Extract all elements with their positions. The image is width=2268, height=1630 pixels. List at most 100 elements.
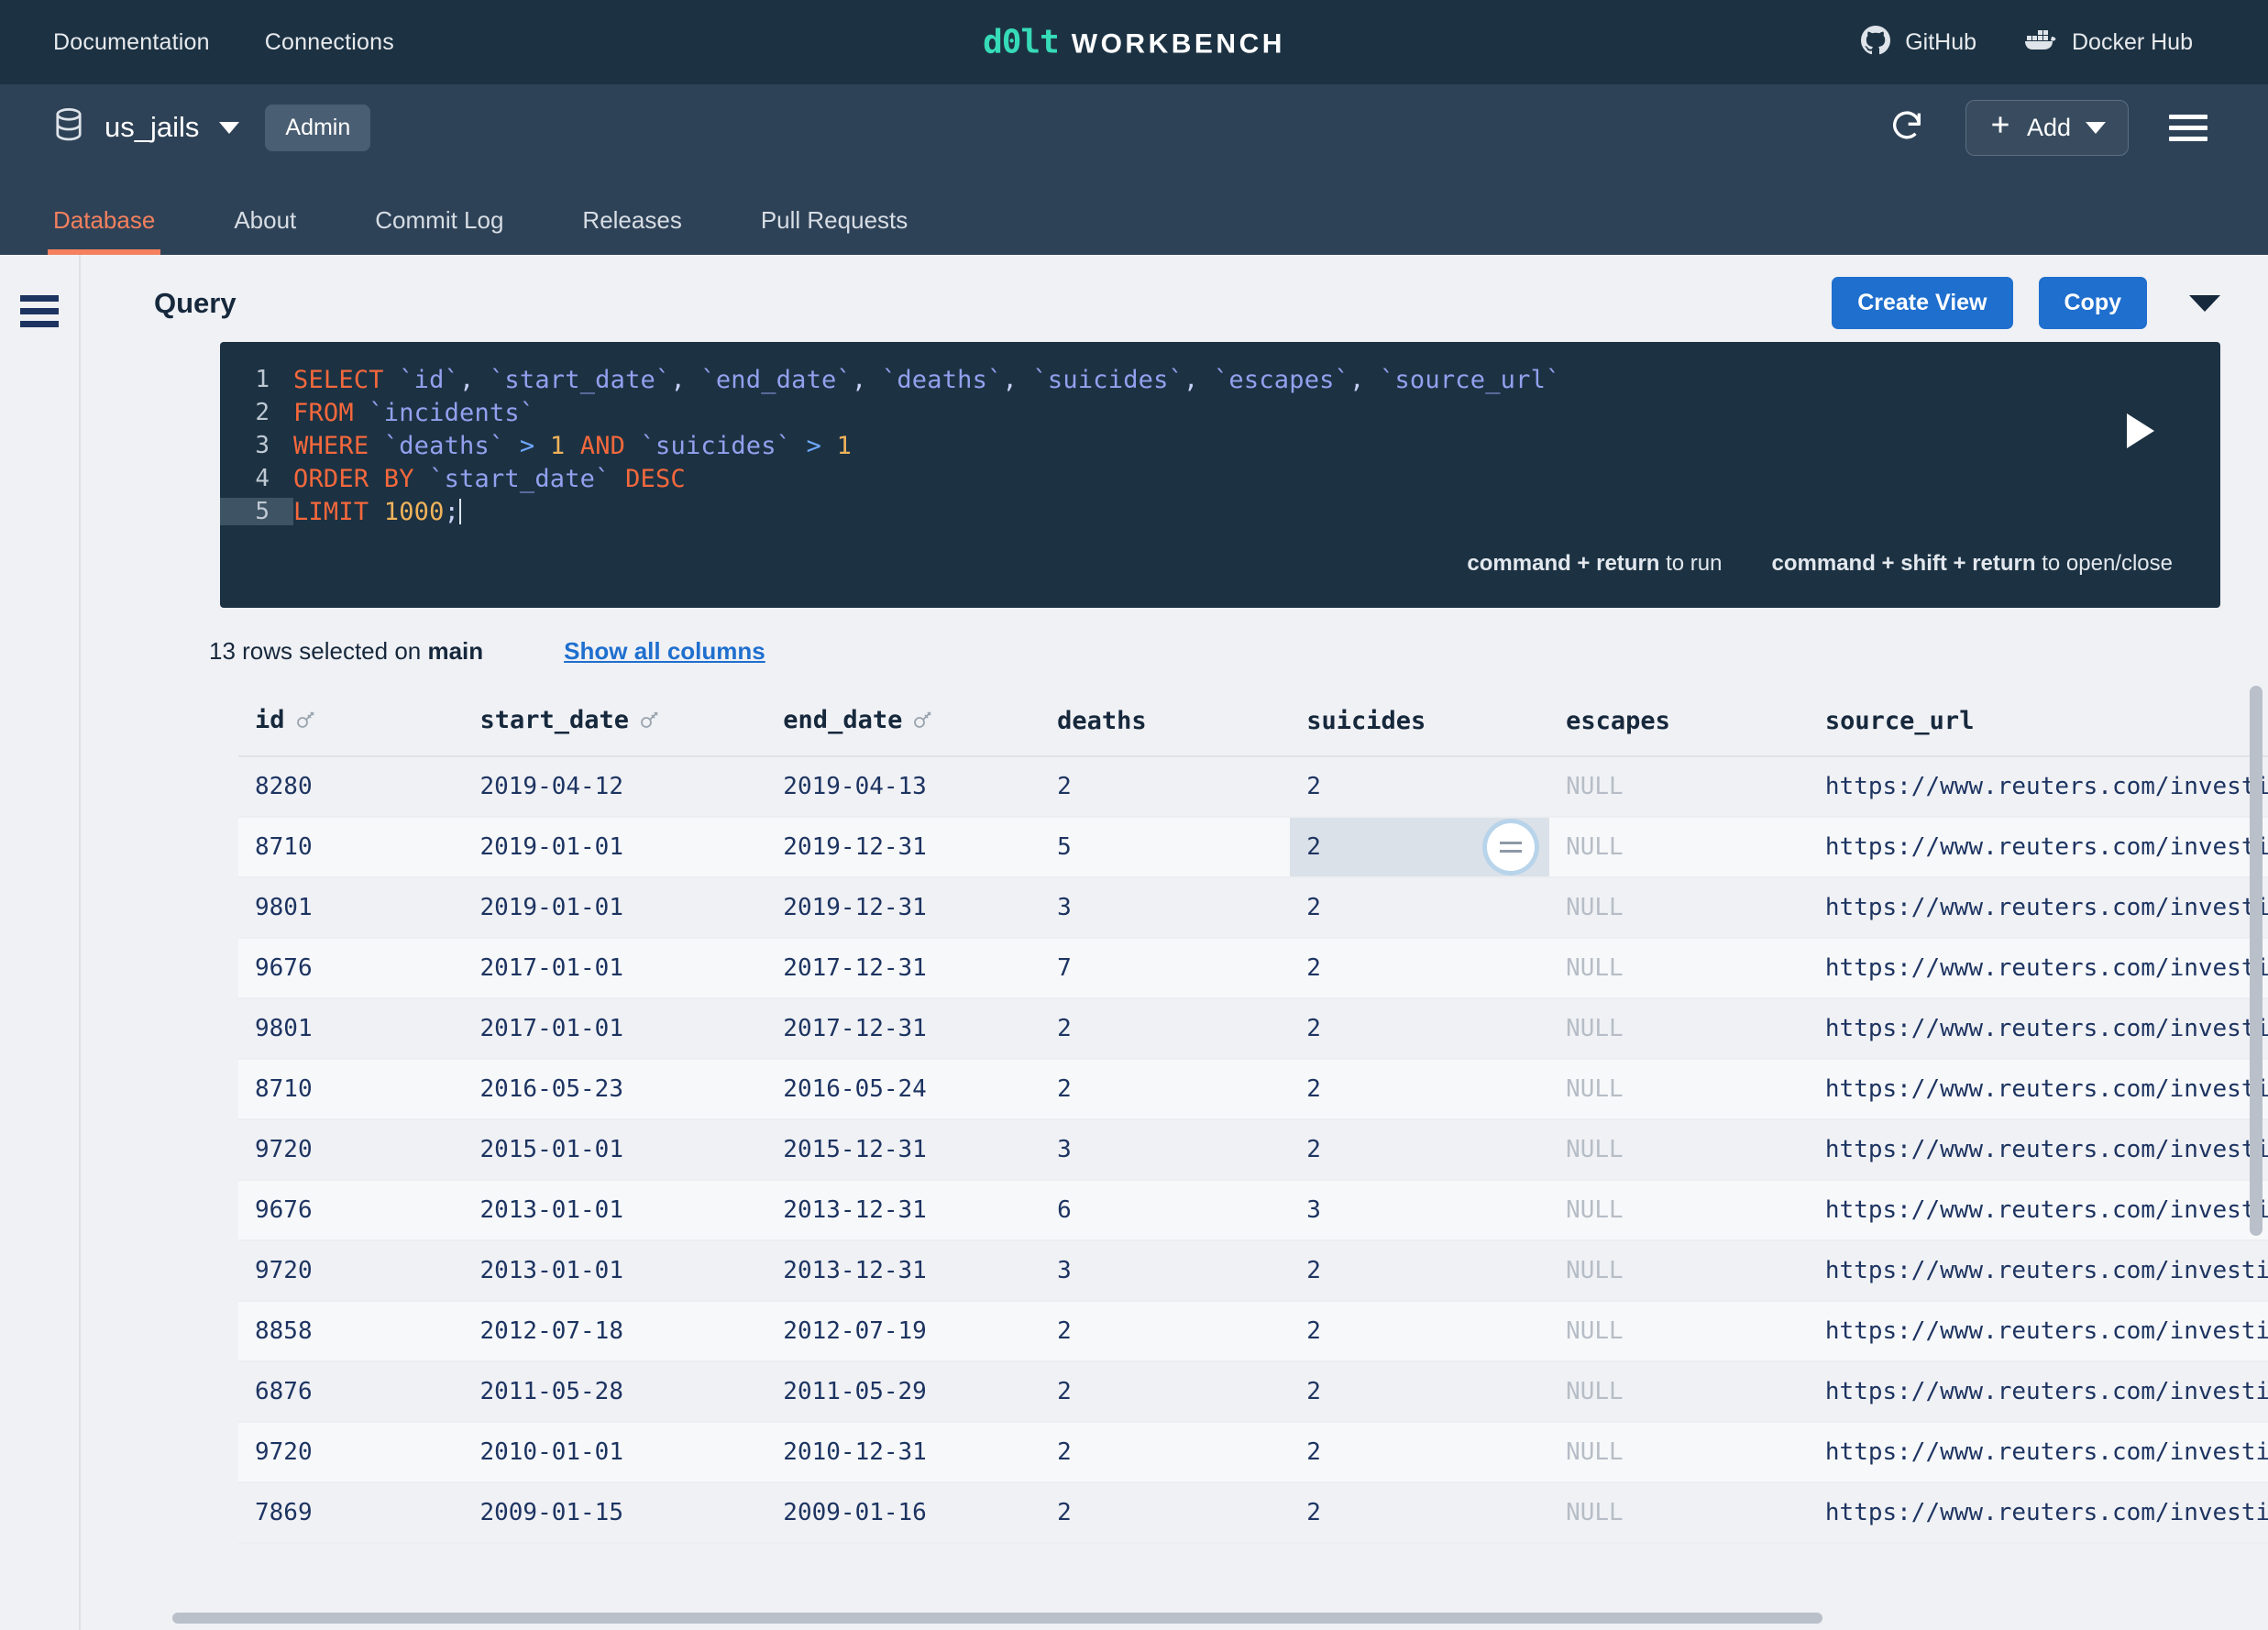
cell-suicides[interactable]: 2: [1290, 817, 1550, 878]
column-header-deaths[interactable]: deaths: [1040, 686, 1291, 757]
cell-suicides[interactable]: 2: [1290, 1059, 1550, 1120]
cell-end-date[interactable]: 2012-07-19: [766, 1301, 1041, 1362]
cell-escapes[interactable]: NULL: [1549, 998, 1809, 1060]
cell-end-date[interactable]: 2009-01-16: [766, 1482, 1041, 1544]
cell-escapes[interactable]: NULL: [1549, 1361, 1809, 1423]
cell-deaths[interactable]: 2: [1040, 998, 1291, 1060]
cell-escapes[interactable]: NULL: [1549, 1059, 1809, 1120]
docker-hub-link[interactable]: Docker Hub: [2024, 27, 2193, 59]
add-button[interactable]: Add: [1965, 99, 2129, 156]
cell-source-url[interactable]: https://www.reuters.com/investigates/s: [1808, 1059, 2268, 1120]
cell-id[interactable]: 8710: [238, 1059, 464, 1120]
cell-start-date[interactable]: 2019-04-12: [463, 756, 767, 818]
cell-deaths[interactable]: 2: [1040, 1361, 1291, 1423]
cell-suicides[interactable]: 2: [1290, 998, 1550, 1060]
hamburger-icon[interactable]: [2169, 114, 2207, 141]
cell-escapes[interactable]: NULL: [1549, 817, 1809, 878]
cell-source-url[interactable]: https://www.reuters.com/investigates/s: [1808, 938, 2268, 999]
cell-menu-button[interactable]: [1487, 823, 1536, 871]
tab-about[interactable]: About: [234, 206, 296, 255]
cell-start-date[interactable]: 2016-05-23: [463, 1059, 767, 1120]
cell-suicides[interactable]: 2: [1290, 1301, 1550, 1362]
cell-deaths[interactable]: 2: [1040, 1422, 1291, 1483]
cell-id[interactable]: 6876: [238, 1361, 464, 1423]
cell-deaths[interactable]: 6: [1040, 1180, 1291, 1241]
cell-end-date[interactable]: 2017-12-31: [766, 998, 1041, 1060]
cell-end-date[interactable]: 2013-12-31: [766, 1180, 1041, 1241]
cell-start-date[interactable]: 2009-01-15: [463, 1482, 767, 1544]
cell-end-date[interactable]: 2015-12-31: [766, 1119, 1041, 1181]
cell-deaths[interactable]: 7: [1040, 938, 1291, 999]
cell-suicides[interactable]: 2: [1290, 1240, 1550, 1302]
cell-escapes[interactable]: NULL: [1549, 877, 1809, 939]
cell-escapes[interactable]: NULL: [1549, 1422, 1809, 1483]
cell-escapes[interactable]: NULL: [1549, 1180, 1809, 1241]
cell-source-url[interactable]: https://www.reuters.com/investigates/s: [1808, 817, 2268, 878]
cell-source-url[interactable]: https://www.reuters.com/investigates/s: [1808, 1240, 2268, 1302]
cell-start-date[interactable]: 2013-01-01: [463, 1240, 767, 1302]
cell-id[interactable]: 9720: [238, 1240, 464, 1302]
cell-deaths[interactable]: 2: [1040, 756, 1291, 818]
cell-end-date[interactable]: 2019-12-31: [766, 877, 1041, 939]
cell-escapes[interactable]: NULL: [1549, 1119, 1809, 1181]
copy-button[interactable]: Copy: [2038, 277, 2147, 329]
sql-editor[interactable]: 1 SELECT `id`, `start_date`, `end_date`,…: [220, 342, 2220, 608]
github-link[interactable]: GitHub: [1861, 25, 1976, 60]
cell-source-url[interactable]: https://www.reuters.com/investigates/s: [1808, 877, 2268, 939]
column-header-source-url[interactable]: source_url: [1808, 686, 2268, 757]
show-all-columns-link[interactable]: Show all columns: [564, 637, 765, 666]
cell-end-date[interactable]: 2019-12-31: [766, 817, 1041, 878]
cell-deaths[interactable]: 2: [1040, 1059, 1291, 1120]
connections-link[interactable]: Connections: [265, 29, 394, 56]
brand-logo[interactable]: d0lt WORKBENCH: [983, 24, 1285, 61]
cell-end-date[interactable]: 2016-05-24: [766, 1059, 1041, 1120]
cell-id[interactable]: 9676: [238, 1180, 464, 1241]
vertical-scrollbar[interactable]: [2250, 686, 2262, 1236]
cell-escapes[interactable]: NULL: [1549, 756, 1809, 818]
cell-escapes[interactable]: NULL: [1549, 1240, 1809, 1302]
cell-escapes[interactable]: NULL: [1549, 1482, 1809, 1544]
cell-deaths[interactable]: 2: [1040, 1482, 1291, 1544]
cell-deaths[interactable]: 3: [1040, 1240, 1291, 1302]
cell-start-date[interactable]: 2010-01-01: [463, 1422, 767, 1483]
cell-end-date[interactable]: 2019-04-13: [766, 756, 1041, 818]
cell-suicides[interactable]: 2: [1290, 1482, 1550, 1544]
cell-source-url[interactable]: https://www.reuters.com/investigates/s: [1808, 1361, 2268, 1423]
sidebar-toggle-hamburger-icon[interactable]: [20, 295, 59, 1630]
run-query-play-icon[interactable]: [2127, 413, 2154, 448]
cell-start-date[interactable]: 2015-01-01: [463, 1119, 767, 1181]
cell-id[interactable]: 8710: [238, 817, 464, 878]
admin-badge[interactable]: Admin: [265, 104, 371, 151]
cell-deaths[interactable]: 3: [1040, 877, 1291, 939]
cell-end-date[interactable]: 2010-12-31: [766, 1422, 1041, 1483]
database-selector[interactable]: us_jails: [53, 107, 240, 148]
cell-id[interactable]: 9676: [238, 938, 464, 999]
cell-deaths[interactable]: 2: [1040, 1301, 1291, 1362]
cell-escapes[interactable]: NULL: [1549, 938, 1809, 999]
create-view-button[interactable]: Create View: [1832, 277, 2013, 329]
column-header-suicides[interactable]: suicides: [1290, 686, 1550, 757]
column-header-end-date[interactable]: end_date: [766, 686, 1041, 757]
tab-database[interactable]: Database: [47, 206, 161, 255]
tab-commit-log[interactable]: Commit Log: [375, 206, 503, 255]
cell-id[interactable]: 9801: [238, 998, 464, 1060]
cell-escapes[interactable]: NULL: [1549, 1301, 1809, 1362]
cell-start-date[interactable]: 2017-01-01: [463, 938, 767, 999]
cell-source-url[interactable]: https://www.reuters.com/investigates/s: [1808, 998, 2268, 1060]
cell-start-date[interactable]: 2019-01-01: [463, 817, 767, 878]
cell-suicides[interactable]: 2: [1290, 877, 1550, 939]
cell-suicides[interactable]: 2: [1290, 1119, 1550, 1181]
cell-id[interactable]: 9801: [238, 877, 464, 939]
cell-deaths[interactable]: 3: [1040, 1119, 1291, 1181]
horizontal-scrollbar-thumb[interactable]: [172, 1613, 1822, 1624]
column-header-escapes[interactable]: escapes: [1549, 686, 1809, 757]
cell-start-date[interactable]: 2013-01-01: [463, 1180, 767, 1241]
horizontal-scrollbar[interactable]: [81, 1606, 2268, 1630]
cell-start-date[interactable]: 2011-05-28: [463, 1361, 767, 1423]
cell-suicides[interactable]: 2: [1290, 938, 1550, 999]
cell-source-url[interactable]: https://www.reuters.com/investigates/s: [1808, 1119, 2268, 1181]
cell-end-date[interactable]: 2011-05-29: [766, 1361, 1041, 1423]
cell-source-url[interactable]: https://www.reuters.com/investigates/s: [1808, 756, 2268, 818]
cell-suicides[interactable]: 2: [1290, 1422, 1550, 1483]
cell-source-url[interactable]: https://www.reuters.com/investigates/s: [1808, 1422, 2268, 1483]
